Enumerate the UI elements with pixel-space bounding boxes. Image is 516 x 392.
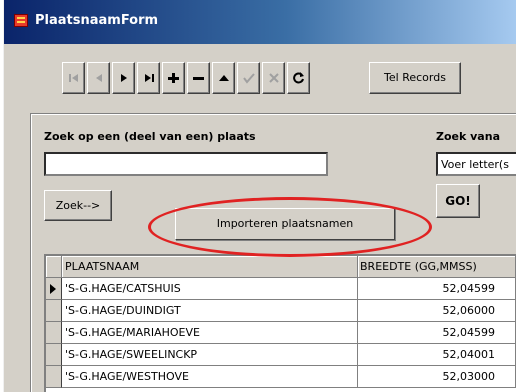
search-label: Zoek op een (deel van een) plaats bbox=[44, 130, 256, 143]
search-letter-input[interactable]: Voer letter(s bbox=[436, 152, 516, 176]
next-record-button[interactable] bbox=[112, 62, 135, 94]
search-letter-label: Zoek vana bbox=[436, 130, 500, 143]
cell-breedte[interactable]: 52,04599 bbox=[358, 322, 516, 344]
row-indicator bbox=[46, 344, 62, 366]
app-icon[interactable] bbox=[14, 14, 28, 27]
cell-plaatsnaam[interactable]: 'S-G.HAGE/SWEELINCKP bbox=[62, 344, 358, 366]
insert-record-button[interactable] bbox=[162, 62, 185, 94]
delete-record-icon bbox=[192, 77, 204, 80]
plaatsnaam-grid[interactable]: PLAATSNAAM BREEDTE (GG,MMSS) 'S-G.HAGE/C… bbox=[44, 254, 516, 392]
post-record-icon bbox=[242, 73, 255, 84]
prior-record-icon bbox=[95, 74, 102, 82]
edit-record-button[interactable] bbox=[212, 62, 235, 94]
column-header-breedte[interactable]: BREEDTE (GG,MMSS) bbox=[358, 256, 516, 278]
prior-record-button[interactable] bbox=[87, 62, 110, 94]
table-row[interactable]: 'S-G.HAGE/SWEELINCKP 52,04001 bbox=[46, 344, 516, 366]
current-row-pointer-icon bbox=[50, 284, 56, 294]
search-input[interactable] bbox=[44, 152, 328, 176]
insert-record-icon bbox=[167, 73, 179, 83]
refresh-button[interactable] bbox=[287, 62, 310, 94]
refresh-icon bbox=[292, 72, 304, 84]
row-indicator bbox=[46, 322, 62, 344]
highlight-ellipse bbox=[148, 197, 432, 257]
row-indicator bbox=[46, 278, 62, 300]
last-record-icon bbox=[144, 74, 154, 82]
cell-breedte[interactable]: 52,04599 bbox=[358, 278, 516, 300]
first-record-icon bbox=[68, 74, 78, 82]
window-title: PlaatsnaamForm bbox=[35, 13, 159, 28]
next-record-icon bbox=[120, 74, 127, 82]
cell-breedte[interactable]: 52,03000 bbox=[358, 366, 516, 388]
table-row[interactable]: 'S-G.HAGE/MARIAHOEVE 52,04599 bbox=[46, 322, 516, 344]
table-row[interactable]: 'S-G.HAGE/WESTHOVE 52,03000 bbox=[46, 366, 516, 388]
post-record-button[interactable] bbox=[237, 62, 260, 94]
cell-plaatsnaam[interactable]: 'S-G.HAGE/MARIAHOEVE bbox=[62, 322, 358, 344]
cell-plaatsnaam[interactable]: 'S-G.HAGE/WESTHOVE bbox=[62, 366, 358, 388]
table-row[interactable]: 'S-G.HAGE/CATSHUIS 52,04599 bbox=[46, 278, 516, 300]
go-button[interactable]: GO! bbox=[436, 184, 480, 218]
indicator-header bbox=[46, 256, 62, 278]
cell-breedte[interactable]: 52,04001 bbox=[358, 344, 516, 366]
title-bar[interactable]: PlaatsnaamForm bbox=[4, 0, 516, 44]
column-header-plaatsnaam[interactable]: PLAATSNAAM bbox=[62, 256, 358, 278]
table-row[interactable]: 'S-G.HAGE/DUINDIGT 52,06000 bbox=[46, 300, 516, 322]
row-indicator bbox=[46, 366, 62, 388]
zoek-button[interactable]: Zoek--> bbox=[44, 190, 112, 221]
last-record-button[interactable] bbox=[137, 62, 160, 94]
cell-plaatsnaam[interactable]: 'S-G.HAGE/DUINDIGT bbox=[62, 300, 358, 322]
cancel-record-button[interactable] bbox=[262, 62, 285, 94]
grid-header: PLAATSNAAM BREEDTE (GG,MMSS) bbox=[46, 256, 516, 278]
delete-record-button[interactable] bbox=[187, 62, 210, 94]
tel-records-button[interactable]: Tel Records bbox=[369, 62, 461, 94]
cell-plaatsnaam[interactable]: 'S-G.HAGE/CATSHUIS bbox=[62, 278, 358, 300]
row-indicator bbox=[46, 300, 62, 322]
cell-breedte[interactable]: 52,06000 bbox=[358, 300, 516, 322]
first-record-button[interactable] bbox=[62, 62, 85, 94]
edit-record-icon bbox=[218, 75, 229, 81]
cancel-record-icon bbox=[268, 73, 279, 83]
